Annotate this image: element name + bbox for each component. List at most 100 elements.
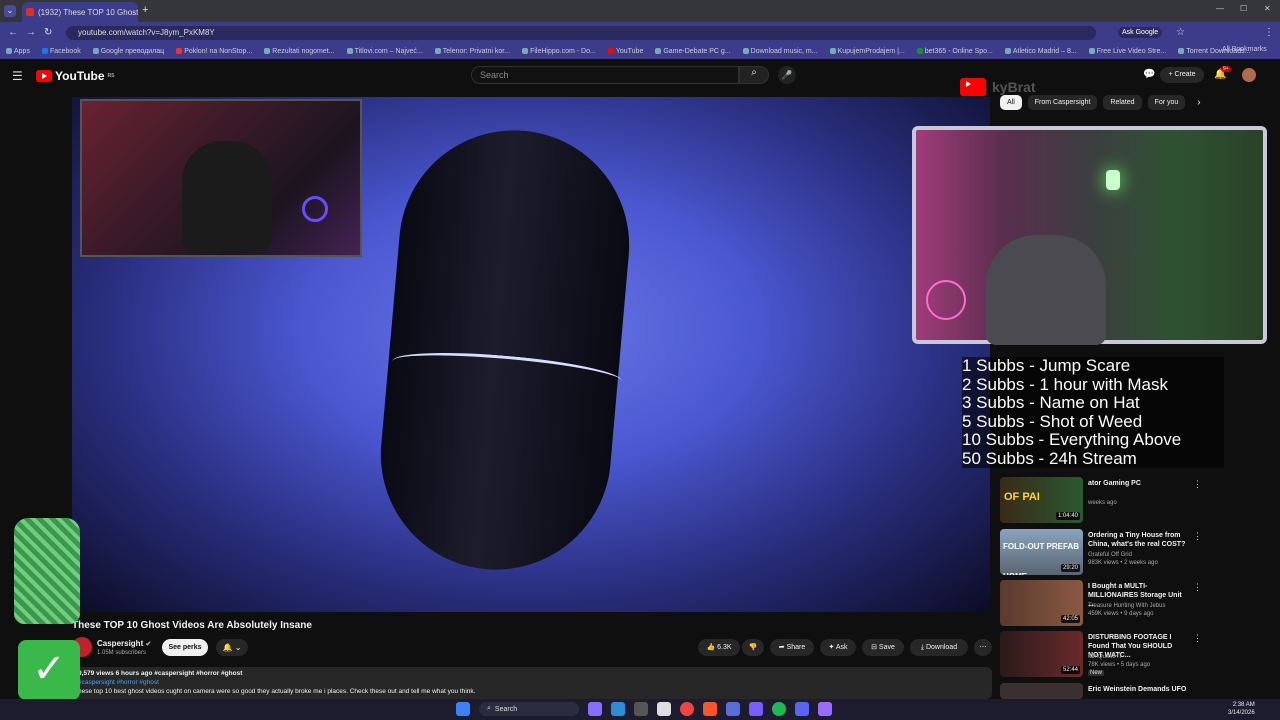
chip-all[interactable]: All [1000,95,1022,110]
voice-search-icon[interactable]: 🎤 [778,66,796,84]
rec-more-icon[interactable]: ⋮ [1193,582,1202,593]
search-button[interactable]: ⌕ [739,66,769,84]
all-bookmarks[interactable]: All Bookmarks [1222,46,1267,53]
ask-google-button[interactable]: Ask Google [1118,27,1163,38]
rec-more-icon[interactable]: ⋮ [1193,633,1202,644]
bookmark-item[interactable]: Download music, m... [742,48,818,55]
copilot-icon[interactable] [588,702,602,716]
like-button[interactable]: 👍 6.3K [698,639,740,656]
rec-meta: IamQuestHT 78K views • 5 days ago New [1088,654,1151,676]
teams-icon[interactable] [749,702,763,716]
rec-duration: 42:05 [1060,615,1080,623]
bookmark-item[interactable]: Telenor: Privatni kor... [434,48,510,55]
dislike-button[interactable]: 👎 [742,639,764,656]
menu-dots-icon[interactable]: ⋮ [1264,27,1274,38]
brave-icon[interactable] [703,702,717,716]
bookmark-item[interactable]: KupujemProdajem |... [829,48,905,55]
spotify-icon[interactable] [772,702,786,716]
app-icon[interactable] [726,702,740,716]
youtube-logo[interactable]: YouTube RS [36,69,115,83]
rec-meta: Treasure Hunting With Jebus 459K views • … [1088,603,1166,617]
chip-related[interactable]: Related [1103,95,1142,110]
download-button[interactable]: ⤓ Download [910,639,968,656]
url-field[interactable]: youtube.com/watch?v=J8ym_PxKM8Y [66,26,1096,40]
recommendation-item[interactable]: 42:05 I Bought a MULTI-MILLIONAIRES Stor… [1000,580,1202,626]
goal-line: 1 Subbs - Jump Scare [962,356,1131,375]
notification-bell-button[interactable]: 🔔 ⌄ [216,639,248,656]
file-explorer-icon[interactable] [634,702,648,716]
reload-icon[interactable]: ↻ [44,27,52,38]
bookmark-item[interactable]: Free Live Video Stre... [1088,48,1166,55]
browser-tab[interactable]: (1932) These TOP 10 Ghost 🔊 ✕ [22,2,138,22]
rec-meta: Grateful Off Grid 983K views • 2 weeks ag… [1088,552,1158,566]
chip-from-channel[interactable]: From Caspersight [1027,95,1098,110]
chip-for-you[interactable]: For you [1147,95,1186,110]
rec-thumbnail: FOLD-OUT PREFAB HOME 29:20 [1000,529,1083,575]
bookmark-item[interactable]: FileHippo.com - Do... [522,48,596,55]
bookmark-apps[interactable]: Apps [6,48,30,55]
chevron-down-icon: ⌄ [234,643,242,652]
recommendation-item[interactable]: OF PAI 1:04:40 ator Gaming PC weeks ago … [1000,477,1202,523]
bookmark-item[interactable]: Atletico Madrid – 8... [1004,48,1077,55]
hamburger-menu-icon[interactable]: ☰ [12,69,23,83]
star-icon[interactable]: ☆ [1176,27,1185,38]
share-button[interactable]: ➦ Share [770,639,814,656]
bookmark-item[interactable]: Titlovi.com – Najveć... [346,48,423,55]
streamer-webcam-overlay [80,99,362,257]
goal-line: 50 Subbs - 24h Stream [962,448,1137,468]
ask-button[interactable]: ✦ Ask [820,639,856,656]
forward-icon[interactable]: → [26,27,36,38]
minimize-button[interactable]: — [1216,4,1224,13]
bookmark-item[interactable]: Rezultati nogomet... [264,48,335,55]
filter-chips: All From Caspersight Related For you › [1000,95,1207,110]
close-window-button[interactable]: ✕ [1264,4,1271,13]
taskbar-search[interactable]: ⌕ Search [479,702,579,716]
more-actions-button[interactable]: ⋯ [974,639,992,656]
see-perks-button[interactable]: See perks [162,639,208,656]
rec-thumbnail [1000,683,1083,699]
chrome-icon[interactable] [680,702,694,716]
avatar[interactable] [1242,68,1256,82]
app-icon[interactable] [818,702,832,716]
goal-line: 2 Subbs - 1 hour with Mask [962,374,1168,394]
tab-search-button[interactable]: ⌄ [4,5,16,17]
store-icon[interactable] [657,702,671,716]
description-tags[interactable]: #caspersight #horror #ghost [78,678,986,687]
rec-more-icon[interactable]: ⋮ [1193,479,1202,490]
recommendation-item[interactable]: 52:44 DISTURBING FOOTAGE I Found That Yo… [1000,631,1202,677]
search-icon: ⌕ [487,705,491,712]
video-title: These TOP 10 Ghost Videos Are Absolutely… [72,620,312,631]
checkmark-icon: ✓ [18,640,80,700]
bookmark-item[interactable]: Game-Debate PC g... [655,48,731,55]
video-description[interactable]: 9,579 views 6 hours ago #caspersight #ho… [72,667,992,699]
bookmark-icon: ⊟ [871,644,877,651]
sparkle-icon: ✦ [828,644,835,651]
search-input[interactable]: Search [471,66,739,84]
new-tab-button[interactable]: + [142,4,148,16]
back-icon[interactable]: ← [8,27,18,38]
chat-icon[interactable]: 💬 [1143,69,1155,80]
rec-more-icon[interactable]: ⋮ [1193,531,1202,542]
bookmark-item[interactable]: YouTube [607,48,643,55]
bookmark-item[interactable]: Facebook [41,48,81,55]
create-button[interactable]: + Create [1160,67,1204,83]
channel-name[interactable]: Caspersight ✔ [97,639,151,648]
rec-title: Eric Weinstein Demands UFO [1088,686,1187,693]
save-button[interactable]: ⊟ Save [862,639,904,656]
recommendation-item[interactable]: FOLD-OUT PREFAB HOME 29:20 Ordering a Ti… [1000,529,1202,575]
bookmark-item[interactable]: Google преводилац [92,48,164,55]
windows-start-icon[interactable] [456,702,470,716]
edge-icon[interactable] [611,702,625,716]
notifications-icon[interactable]: 🔔 9+ [1214,66,1231,80]
bookmark-item[interactable]: bet365 - Online Spo... [916,48,993,55]
rec-title: ator Gaming PC [1088,480,1141,487]
maximize-button[interactable]: ☐ [1240,4,1247,13]
chips-next-icon[interactable]: › [1191,95,1206,110]
discord-icon[interactable] [795,702,809,716]
share-icon: ➦ [778,644,785,651]
taskbar-icons: ⌕ Search [456,702,832,716]
recommendation-item[interactable]: Eric Weinstein Demands UFO [1000,683,1200,699]
system-clock[interactable]: 2:38 AM 3/14/2026 [1228,701,1255,717]
browser-tab-strip [0,0,1280,22]
bookmark-item[interactable]: Poklon! na NonStop... [176,48,252,55]
